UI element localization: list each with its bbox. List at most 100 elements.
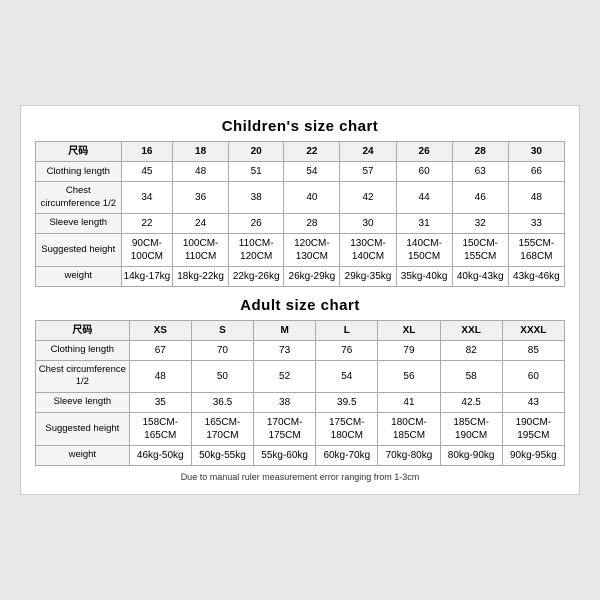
column-header: 26 — [396, 142, 452, 162]
cell-value: 70kg-80kg — [378, 445, 440, 465]
row-label: Sleeve length — [36, 214, 122, 234]
cell-value: 32 — [452, 214, 508, 234]
cell-value: 54 — [316, 361, 378, 393]
table-row: Clothing length67707376798285 — [36, 341, 565, 361]
cell-value: 40kg-43kg — [452, 267, 508, 287]
cell-value: 30 — [340, 214, 396, 234]
table-row: Suggested height158CM-165CM165CM-170CM17… — [36, 412, 565, 445]
cell-value: 43kg-46kg — [508, 267, 564, 287]
column-header: M — [254, 321, 316, 341]
cell-value: 80kg-90kg — [440, 445, 502, 465]
cell-value: 45 — [121, 162, 173, 182]
cell-value: 56 — [378, 361, 440, 393]
cell-value: 55kg-60kg — [254, 445, 316, 465]
cell-value: 36.5 — [191, 392, 253, 412]
cell-value: 42.5 — [440, 392, 502, 412]
column-header: S — [191, 321, 253, 341]
cell-value: 36 — [173, 182, 229, 214]
cell-value: 41 — [378, 392, 440, 412]
row-label: Suggested height — [36, 412, 130, 445]
table-row: Suggested height90CM-100CM100CM-110CM110… — [36, 234, 565, 267]
column-header: XXXL — [502, 321, 564, 341]
cell-value: 28 — [284, 214, 340, 234]
cell-value: 67 — [129, 341, 191, 361]
cell-value: 44 — [396, 182, 452, 214]
cell-value: 140CM-150CM — [396, 234, 452, 267]
cell-value: 155CM-168CM — [508, 234, 564, 267]
cell-value: 110CM-120CM — [228, 234, 283, 267]
column-header: 20 — [228, 142, 283, 162]
row-label: Suggested height — [36, 234, 122, 267]
cell-value: 60 — [396, 162, 452, 182]
cell-value: 33 — [508, 214, 564, 234]
row-label: Sleeve length — [36, 392, 130, 412]
cell-value: 57 — [340, 162, 396, 182]
table-row: weight14kg-17kg18kg-22kg22kg-26kg26kg-29… — [36, 267, 565, 287]
cell-value: 50 — [191, 361, 253, 393]
row-label: weight — [36, 445, 130, 465]
row-label: Clothing length — [36, 341, 130, 361]
column-header: 16 — [121, 142, 173, 162]
cell-value: 48 — [129, 361, 191, 393]
table-row: Sleeve length2224262830313233 — [36, 214, 565, 234]
table-row: Chest circumference 1/248505254565860 — [36, 361, 565, 393]
cell-value: 90CM-100CM — [121, 234, 173, 267]
row-label: Chest circumference 1/2 — [36, 361, 130, 393]
cell-value: 48 — [508, 182, 564, 214]
cell-value: 82 — [440, 341, 502, 361]
cell-value: 190CM-195CM — [502, 412, 564, 445]
cell-value: 175CM-180CM — [316, 412, 378, 445]
cell-value: 100CM-110CM — [173, 234, 229, 267]
cell-value: 58 — [440, 361, 502, 393]
cell-value: 46kg-50kg — [129, 445, 191, 465]
cell-value: 60kg-70kg — [316, 445, 378, 465]
table-row: Chest circumference 1/23436384042444648 — [36, 182, 565, 214]
cell-value: 180CM-185CM — [378, 412, 440, 445]
column-header: XS — [129, 321, 191, 341]
cell-value: 170CM-175CM — [254, 412, 316, 445]
column-header: 22 — [284, 142, 340, 162]
cell-value: 90kg-95kg — [502, 445, 564, 465]
cell-value: 38 — [254, 392, 316, 412]
children-size-table: 尺码1618202224262830 Clothing length454851… — [35, 141, 565, 287]
column-header: XXL — [440, 321, 502, 341]
cell-value: 60 — [502, 361, 564, 393]
cell-value: 48 — [173, 162, 229, 182]
column-header: L — [316, 321, 378, 341]
cell-value: 46 — [452, 182, 508, 214]
cell-value: 34 — [121, 182, 173, 214]
column-header: 28 — [452, 142, 508, 162]
cell-value: 66 — [508, 162, 564, 182]
cell-value: 73 — [254, 341, 316, 361]
size-chart-card: Children's size chart 尺码1618202224262830… — [20, 105, 580, 494]
column-header: 尺码 — [36, 321, 130, 341]
adult-size-table: 尺码XSSMLXLXXLXXXL Clothing length67707376… — [35, 320, 565, 466]
cell-value: 70 — [191, 341, 253, 361]
table-row: Sleeve length3536.53839.54142.543 — [36, 392, 565, 412]
cell-value: 130CM-140CM — [340, 234, 396, 267]
cell-value: 120CM-130CM — [284, 234, 340, 267]
cell-value: 24 — [173, 214, 229, 234]
cell-value: 85 — [502, 341, 564, 361]
cell-value: 22 — [121, 214, 173, 234]
column-header: 18 — [173, 142, 229, 162]
cell-value: 18kg-22kg — [173, 267, 229, 287]
cell-value: 150CM-155CM — [452, 234, 508, 267]
table-row: weight46kg-50kg50kg-55kg55kg-60kg60kg-70… — [36, 445, 565, 465]
row-label: Clothing length — [36, 162, 122, 182]
cell-value: 14kg-17kg — [121, 267, 173, 287]
adult-chart-title: Adult size chart — [35, 297, 565, 314]
cell-value: 40 — [284, 182, 340, 214]
cell-value: 35kg-40kg — [396, 267, 452, 287]
cell-value: 54 — [284, 162, 340, 182]
cell-value: 51 — [228, 162, 283, 182]
children-chart-title: Children's size chart — [35, 118, 565, 135]
cell-value: 50kg-55kg — [191, 445, 253, 465]
column-header: 30 — [508, 142, 564, 162]
cell-value: 165CM-170CM — [191, 412, 253, 445]
cell-value: 29kg-35kg — [340, 267, 396, 287]
column-header: 尺码 — [36, 142, 122, 162]
column-header: 24 — [340, 142, 396, 162]
cell-value: 35 — [129, 392, 191, 412]
cell-value: 42 — [340, 182, 396, 214]
